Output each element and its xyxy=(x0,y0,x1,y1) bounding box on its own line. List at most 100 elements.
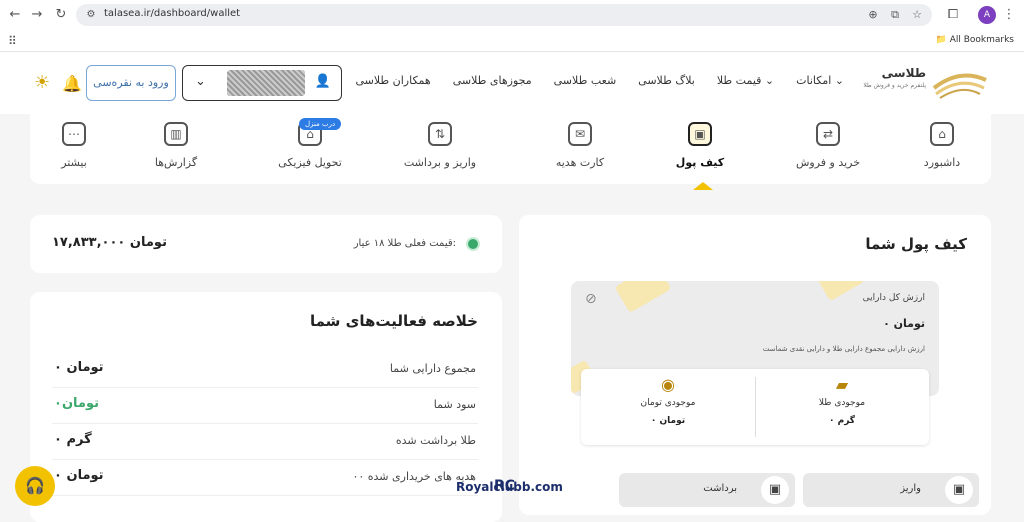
tab-label: واریز و برداشت xyxy=(403,156,477,169)
exchange-icon: ⇄ xyxy=(816,122,840,146)
gold-bar-decoration xyxy=(614,281,672,313)
menu-blog[interactable]: بلاگ طلاسی xyxy=(638,74,695,87)
wallet-icon: ▣ xyxy=(761,476,789,504)
row-label: سود شما xyxy=(433,398,476,411)
browser-chrome: ← → ↻ ⚙ talasea.ir/dashboard/wallet ⊕ ⧉ … xyxy=(0,0,1024,52)
withdraw-label: برداشت xyxy=(703,483,737,494)
tab-deposit-withdraw[interactable]: ⇅ واریز و برداشت xyxy=(385,122,495,169)
main-menu: امکانات ⌄ قیمت طلا ⌄ بلاگ طلاسی شعب طلاس… xyxy=(355,74,844,87)
url-row: ← → ↻ ⚙ talasea.ir/dashboard/wallet ⊕ ⧉ … xyxy=(0,0,1024,30)
talasi-logo xyxy=(932,73,987,99)
live-status-dot xyxy=(468,239,478,249)
home-icon: ⌂ xyxy=(930,122,954,146)
row-value: ۰ تومان xyxy=(54,360,104,375)
install-icon[interactable]: ⧉ xyxy=(886,6,904,24)
bookmark-star-icon[interactable]: ☆ xyxy=(908,6,926,24)
chart-icon: ▥ xyxy=(164,122,188,146)
row-value: ۰تومان xyxy=(54,396,99,411)
row-label: طلا برداشت شده xyxy=(395,434,476,447)
divider xyxy=(755,377,756,437)
total-assets-label: ارزش کل دارایی xyxy=(862,293,925,303)
hide-balance-icon[interactable]: ⊘ xyxy=(585,291,597,307)
brand[interactable]: طلاسی پلتفرم خرید و فروش طلا xyxy=(863,66,926,89)
profile-avatar[interactable]: A xyxy=(978,6,996,24)
back-icon[interactable]: ← xyxy=(6,6,24,24)
summary-row: طلا برداشت شده ۰ گرم xyxy=(52,424,478,460)
total-assets-value: ۰ تومان xyxy=(883,317,925,330)
menu-dots-icon[interactable]: ⋮ xyxy=(1000,6,1018,24)
address-bar[interactable]: ⚙ talasea.ir/dashboard/wallet ⊕ ⧉ ☆ xyxy=(76,4,932,26)
wallet-icon: ▣ xyxy=(945,476,973,504)
tab-physical-delivery[interactable]: درب منزل ⌂ تحویل فیزیکی xyxy=(255,118,365,169)
tab-more[interactable]: ⋯ بیشتر xyxy=(19,122,129,169)
apps-grid-icon[interactable]: ⠿ xyxy=(8,34,17,48)
gold-price-label: قیمت فعلی طلا ۱۸ عیار: xyxy=(353,238,456,249)
summary-row: سود شما ۰تومان xyxy=(52,388,478,424)
wallet-icon: ▣ xyxy=(688,122,712,146)
dashboard-tabs: ⌂ داشبورد ⇄ خرید و فروش ▣ کیف پول ✉ کارت… xyxy=(30,114,991,190)
tab-label: تحویل فیزیکی xyxy=(278,156,342,169)
tab-wallet[interactable]: ▣ کیف پول xyxy=(645,122,755,169)
deposit-button[interactable]: ▣ واریز xyxy=(803,473,979,507)
gift-card-icon: ✉ xyxy=(568,122,592,146)
tab-label: خرید و فروش xyxy=(795,156,861,169)
gold-balance-value: ۰ گرم xyxy=(828,416,856,426)
activity-summary-card: خلاصه فعالیت‌های شما مجموع دارایی شما ۰ … xyxy=(30,292,502,522)
wallet-card: کیف پول شما ⊘ ارزش کل دارایی ۰ تومان ارز… xyxy=(519,215,991,515)
menu-partners[interactable]: همکاران طلاسی xyxy=(355,74,430,87)
tab-label: داشبورد xyxy=(923,156,961,169)
sun-icon[interactable]: ☀ xyxy=(34,72,50,93)
tab-label: بیشتر xyxy=(61,156,87,169)
url-text: talasea.ir/dashboard/wallet xyxy=(104,8,241,19)
balances-panel: ▰ موجودی طلا ۰ گرم ◉ موجودی تومان ۰ توما… xyxy=(581,369,929,445)
all-bookmarks[interactable]: 📁 All Bookmarks xyxy=(936,35,1014,45)
tab-dashboard[interactable]: ⌂ داشبورد xyxy=(887,122,997,169)
all-bookmarks-label: All Bookmarks xyxy=(949,35,1014,45)
withdraw-button[interactable]: ▣ برداشت xyxy=(619,473,795,507)
toman-balance: ◉ موجودی تومان ۰ تومان xyxy=(581,375,755,426)
menu-licenses[interactable]: مجوزهای طلاسی xyxy=(453,74,532,87)
row-value: ۰ گرم xyxy=(54,432,92,447)
summary-row: مجموع دارایی شما ۰ تومان xyxy=(52,352,478,388)
toman-balance-label: موجودی تومان xyxy=(640,398,696,408)
blurred-username xyxy=(227,70,305,96)
gold-bar-icon: ▰ xyxy=(835,375,849,394)
tab-label: کارت هدیه xyxy=(555,156,605,169)
user-account-box[interactable]: ⌄ 👤 xyxy=(182,65,342,101)
site-header: طلاسی پلتفرم خرید و فروش طلا امکانات ⌄ ق… xyxy=(0,52,1024,114)
menu-label: امکانات xyxy=(796,74,832,87)
menu-branches[interactable]: شعب طلاسی xyxy=(554,74,617,87)
watermark-text: Royalclubb.com xyxy=(456,480,563,494)
total-assets-note: ارزش دارایی مجموع دارایی طلا و دارایی نق… xyxy=(762,345,925,353)
row-label: مجموع دارایی شما xyxy=(389,362,476,375)
tab-label: کیف پول xyxy=(675,156,725,169)
menu-features[interactable]: امکانات ⌄ xyxy=(796,74,844,87)
door-delivery-badge: درب منزل xyxy=(299,118,342,130)
support-headset-button[interactable]: 🎧 xyxy=(15,466,55,506)
user-icon: 👤 xyxy=(314,74,331,89)
bookmarks-bar: ⠿ 📁 All Bookmarks xyxy=(0,30,1024,52)
gold-balance-label: موجودی طلا xyxy=(818,398,866,408)
active-tab-indicator xyxy=(693,182,713,190)
more-icon: ⋯ xyxy=(62,122,86,146)
tab-buy-sell[interactable]: ⇄ خرید و فروش xyxy=(773,122,883,169)
silver-login-button[interactable]: ورود به نقره‌سی xyxy=(86,65,176,101)
tab-label: گزارش‌ها xyxy=(154,156,198,169)
zoom-icon[interactable]: ⊕ xyxy=(864,6,882,24)
chevron-down-icon: ⌄ xyxy=(195,74,206,89)
toman-balance-value: ۰ تومان xyxy=(650,416,686,426)
brand-subtitle: پلتفرم خرید و فروش طلا xyxy=(863,82,926,89)
summary-title: خلاصه فعالیت‌های شما xyxy=(309,312,478,330)
menu-gold-price[interactable]: قیمت طلا ⌄ xyxy=(717,74,774,87)
tab-gift-card[interactable]: ✉ کارت هدیه xyxy=(525,122,635,169)
reload-icon[interactable]: ↻ xyxy=(52,6,70,24)
menu-label: قیمت طلا xyxy=(716,74,762,87)
deposit-label: واریز xyxy=(900,483,921,494)
headset-icon: 🎧 xyxy=(25,476,45,495)
tab-reports[interactable]: ▥ گزارش‌ها xyxy=(121,122,231,169)
site-info-icon[interactable]: ⚙ xyxy=(82,6,100,24)
bell-icon[interactable]: 🔔 xyxy=(62,74,82,93)
forward-icon[interactable]: → xyxy=(28,6,46,24)
extensions-icon[interactable]: ⧠ xyxy=(944,6,962,24)
gold-bar-decoration xyxy=(817,281,865,302)
